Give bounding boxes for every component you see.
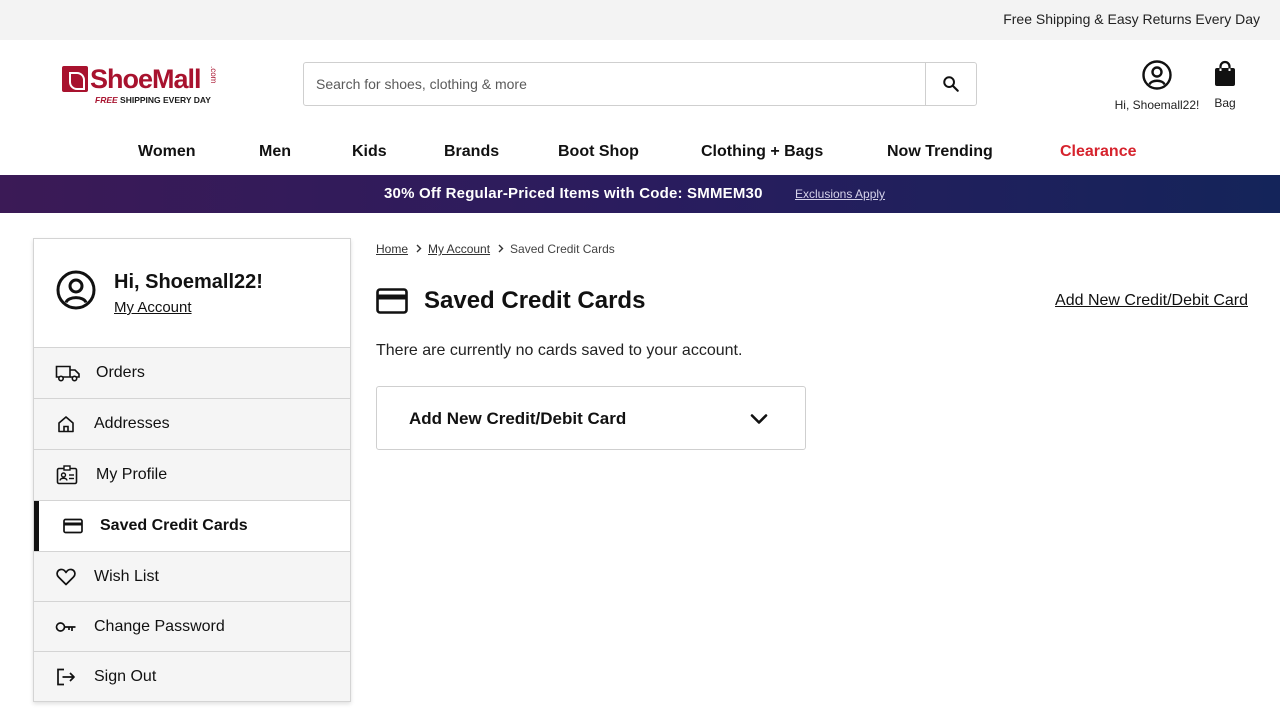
breadcrumb-home[interactable]: Home bbox=[376, 242, 408, 256]
nav-kids[interactable]: Kids bbox=[352, 143, 387, 161]
account-button[interactable]: Hi, Shoemall22! bbox=[1108, 60, 1206, 112]
heart-icon bbox=[56, 568, 76, 585]
sidebar-header: Hi, Shoemall22! My Account bbox=[34, 239, 350, 348]
exclusions-link[interactable]: Exclusions Apply bbox=[795, 187, 885, 201]
nav-now-trending[interactable]: Now Trending bbox=[887, 143, 993, 161]
search-input[interactable] bbox=[304, 63, 926, 105]
breadcrumb: Home My Account Saved Credit Cards bbox=[376, 242, 615, 256]
search-button[interactable] bbox=[925, 63, 976, 105]
sidebar-item-label: Change Password bbox=[94, 617, 225, 635]
sidebar-item-addresses[interactable]: Addresses bbox=[34, 399, 350, 450]
id-card-icon bbox=[56, 465, 78, 485]
main-nav: Women Men Kids Brands Boot Shop Clothing… bbox=[0, 134, 1280, 174]
sidebar-item-label: My Profile bbox=[96, 466, 168, 483]
search-icon bbox=[943, 76, 959, 92]
user-circle-icon bbox=[56, 270, 96, 310]
shipping-message: Free Shipping & Easy Returns Every Day bbox=[1003, 11, 1260, 27]
nav-women[interactable]: Women bbox=[138, 143, 195, 161]
credit-card-icon bbox=[376, 288, 408, 314]
breadcrumb-my-account[interactable]: My Account bbox=[428, 242, 490, 256]
sidebar-item-label: Sign Out bbox=[94, 667, 157, 685]
nav-clothing-bags[interactable]: Clothing + Bags bbox=[701, 143, 823, 161]
sidebar-item-my-profile[interactable]: My Profile bbox=[34, 450, 350, 501]
nav-clearance[interactable]: Clearance bbox=[1060, 143, 1137, 161]
sign-out-icon bbox=[57, 668, 75, 685]
chevron-down-icon bbox=[750, 414, 768, 424]
chevron-right-icon bbox=[498, 242, 504, 256]
add-card-link[interactable]: Add New Credit/Debit Card bbox=[1055, 292, 1248, 310]
promo-text: 30% Off Regular-Priced Items with Code: … bbox=[384, 185, 763, 202]
sidebar-item-orders[interactable]: Orders bbox=[34, 348, 350, 399]
sidebar-item-label: Saved Credit Cards bbox=[100, 517, 248, 534]
add-card-accordion[interactable]: Add New Credit/Debit Card bbox=[376, 386, 806, 450]
credit-card-icon bbox=[63, 518, 83, 534]
sidebar-greeting: Hi, Shoemall22! bbox=[114, 271, 263, 293]
shoemall-logo[interactable]: ShoeMall .com FREE SHIPPING EVERY DAY bbox=[62, 64, 222, 108]
promo-banner: 30% Off Regular-Priced Items with Code: … bbox=[0, 175, 1280, 213]
sidebar-item-label: Addresses bbox=[94, 415, 170, 432]
nav-brands[interactable]: Brands bbox=[444, 143, 499, 161]
logo-mark-icon bbox=[62, 66, 88, 92]
shopping-bag-icon bbox=[1215, 60, 1235, 86]
my-account-link[interactable]: My Account bbox=[114, 299, 192, 316]
sidebar-item-wish-list[interactable]: Wish List bbox=[34, 552, 350, 602]
accordion-label: Add New Credit/Debit Card bbox=[409, 409, 627, 428]
home-icon bbox=[58, 416, 74, 433]
top-banner: Free Shipping & Easy Returns Every Day bbox=[0, 0, 1280, 40]
sidebar-item-saved-credit-cards[interactable]: Saved Credit Cards bbox=[34, 501, 350, 552]
bag-button[interactable]: Bag bbox=[1208, 60, 1242, 110]
bag-label: Bag bbox=[1214, 96, 1236, 110]
logo-name: ShoeMall bbox=[90, 64, 202, 94]
logo-tagline: FREE SHIPPING EVERY DAY bbox=[95, 95, 211, 105]
empty-state-message: There are currently no cards saved to yo… bbox=[376, 342, 743, 359]
truck-icon bbox=[55, 365, 80, 382]
logo-dotcom: .com bbox=[209, 66, 218, 84]
nav-boot-shop[interactable]: Boot Shop bbox=[558, 143, 639, 161]
nav-men[interactable]: Men bbox=[259, 143, 291, 161]
user-circle-icon bbox=[1142, 60, 1172, 90]
key-icon bbox=[55, 621, 76, 632]
sidebar-item-label: Orders bbox=[96, 364, 145, 381]
account-label: Hi, Shoemall22! bbox=[1114, 98, 1200, 112]
breadcrumb-current: Saved Credit Cards bbox=[510, 242, 615, 256]
sidebar-item-sign-out[interactable]: Sign Out bbox=[34, 652, 350, 701]
sidebar-item-change-password[interactable]: Change Password bbox=[34, 602, 350, 652]
logo-tag-rest: SHIPPING EVERY DAY bbox=[117, 95, 211, 105]
chevron-right-icon bbox=[416, 242, 422, 256]
account-sidebar: Hi, Shoemall22! My Account Orders Addres… bbox=[33, 238, 351, 702]
search-bar bbox=[303, 62, 977, 106]
page-title-text: Saved Credit Cards bbox=[424, 287, 646, 314]
logo-tag-free: FREE bbox=[95, 95, 118, 105]
sidebar-item-label: Wish List bbox=[94, 567, 159, 585]
